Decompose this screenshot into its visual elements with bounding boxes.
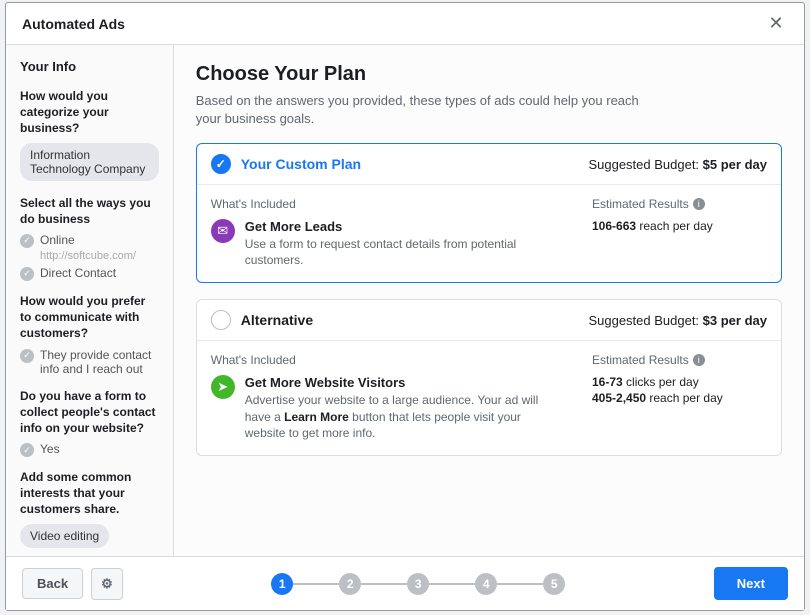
page-title: Choose Your Plan	[196, 63, 782, 86]
page-subtitle: Based on the answers you provided, these…	[196, 92, 656, 127]
step-line	[429, 583, 475, 585]
plan-head-left: Alternative	[211, 310, 313, 330]
plan-head: Your Custom Plan Suggested Budget: $5 pe…	[197, 144, 781, 185]
check-icon: ✓	[20, 349, 34, 363]
category-pill[interactable]: Information Technology Company	[20, 143, 159, 181]
step-4[interactable]: 4	[475, 573, 497, 595]
form-answer: ✓ Yes	[20, 442, 159, 457]
plan-body: What's Included ➤ Get More Website Visit…	[197, 341, 781, 455]
modal-footer: Back ⚙ 1 2 3 4 5 Next	[6, 556, 804, 610]
sidebar-your-info: Your Info How would you categorize your …	[6, 45, 174, 556]
plan-body: What's Included ✉ Get More Leads Use a f…	[197, 185, 781, 282]
settings-button[interactable]: ⚙	[91, 568, 123, 600]
whats-included-col: What's Included ➤ Get More Website Visit…	[211, 353, 562, 441]
question-interests: Add some common interests that your cust…	[20, 469, 159, 518]
step-3[interactable]: 3	[407, 573, 429, 595]
check-icon: ✓	[20, 267, 34, 281]
modal-title: Automated Ads	[22, 16, 125, 32]
info-icon[interactable]: i	[693, 198, 705, 210]
way-direct-label: Direct Contact	[40, 266, 116, 280]
included-title: Get More Leads	[245, 219, 562, 234]
estimated-col: Estimated Results i 106-663 reach per da…	[592, 197, 767, 268]
sidebar-title: Your Info	[20, 59, 159, 74]
check-icon: ✓	[20, 234, 34, 248]
form-answer-label: Yes	[40, 442, 60, 456]
included-item: ✉ Get More Leads Use a form to request c…	[211, 219, 562, 268]
budget-label: Suggested Budget:	[588, 157, 699, 172]
gear-icon: ⚙	[101, 576, 113, 591]
plan-card-custom[interactable]: Your Custom Plan Suggested Budget: $5 pe…	[196, 143, 782, 283]
cursor-icon: ➤	[211, 375, 235, 399]
included-desc: Use a form to request contact details fr…	[245, 236, 562, 268]
step-1[interactable]: 1	[271, 573, 293, 595]
estimated-label: Estimated Results i	[592, 353, 767, 367]
way-online-label: Online	[40, 233, 75, 247]
main-panel: Choose Your Plan Based on the answers yo…	[174, 45, 804, 556]
included-label: What's Included	[211, 197, 562, 211]
radio-selected-icon[interactable]	[211, 154, 231, 174]
plan-head-left: Your Custom Plan	[211, 154, 361, 174]
plan-card-alternative[interactable]: Alternative Suggested Budget: $3 per day…	[196, 299, 782, 456]
budget-value: $5 per day	[703, 157, 767, 172]
way-direct: ✓ Direct Contact	[20, 266, 159, 281]
question-communicate: How would you prefer to communicate with…	[20, 293, 159, 342]
close-icon[interactable]: ✕	[764, 13, 788, 34]
comm-answer-label: They provide contact info and I reach ou…	[40, 348, 159, 376]
next-button[interactable]: Next	[714, 567, 788, 600]
question-form: Do you have a form to collect people's c…	[20, 388, 159, 437]
estimated-label: Estimated Results i	[592, 197, 767, 211]
envelope-icon: ✉	[211, 219, 235, 243]
question-category: How would you categorize your business?	[20, 88, 159, 137]
modal-body: Your Info How would you categorize your …	[6, 45, 804, 556]
progress-stepper: 1 2 3 4 5	[271, 573, 565, 595]
budget-label: Suggested Budget:	[588, 313, 699, 328]
included-label: What's Included	[211, 353, 562, 367]
plan-name: Your Custom Plan	[241, 156, 361, 172]
included-title: Get More Website Visitors	[245, 375, 562, 390]
plan-head: Alternative Suggested Budget: $3 per day	[197, 300, 781, 341]
est-reach: 106-663 reach per day	[592, 219, 767, 233]
question-ways: Select all the ways you do business	[20, 195, 159, 227]
info-icon[interactable]: i	[693, 354, 705, 366]
way-online-url: http://softcube.com/	[40, 250, 159, 262]
interest-pill[interactable]: Video editing	[20, 524, 109, 548]
step-5[interactable]: 5	[543, 573, 565, 595]
way-online: ✓ Online	[20, 233, 159, 248]
included-desc: Advertise your website to a large audien…	[245, 392, 562, 441]
plan-name: Alternative	[241, 312, 313, 328]
back-button[interactable]: Back	[22, 568, 83, 599]
radio-unselected-icon[interactable]	[211, 310, 231, 330]
plan-budget: Suggested Budget: $3 per day	[588, 313, 767, 328]
estimated-col: Estimated Results i 16-73 clicks per day…	[592, 353, 767, 441]
included-item: ➤ Get More Website Visitors Advertise yo…	[211, 375, 562, 441]
plan-budget: Suggested Budget: $5 per day	[588, 157, 767, 172]
est-reach: 405-2,450 reach per day	[592, 391, 767, 405]
step-line	[497, 583, 543, 585]
step-line	[361, 583, 407, 585]
budget-value: $3 per day	[703, 313, 767, 328]
whats-included-col: What's Included ✉ Get More Leads Use a f…	[211, 197, 562, 268]
step-2[interactable]: 2	[339, 573, 361, 595]
footer-left: Back ⚙	[22, 568, 123, 600]
step-line	[293, 583, 339, 585]
check-icon: ✓	[20, 443, 34, 457]
automated-ads-modal: Automated Ads ✕ Your Info How would you …	[5, 2, 805, 611]
modal-header: Automated Ads ✕	[6, 3, 804, 45]
est-clicks: 16-73 clicks per day	[592, 375, 767, 389]
comm-answer: ✓ They provide contact info and I reach …	[20, 348, 159, 376]
